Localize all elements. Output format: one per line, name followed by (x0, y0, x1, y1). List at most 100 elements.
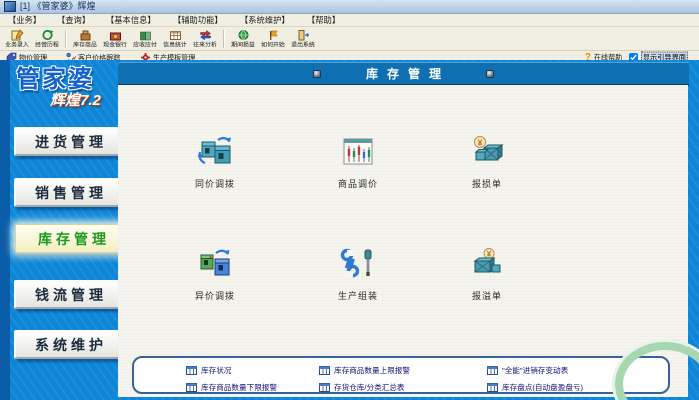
toolbar-how-to-start-button[interactable]: 如何开始 (258, 28, 288, 50)
nav-item-label: 异价调拨 (170, 289, 260, 302)
sidebar-item-system[interactable]: 系统维护 (14, 330, 124, 359)
window-title: [1] 《管家婆》辉煌 (20, 2, 96, 11)
menu-query[interactable]: 【查询】 (57, 16, 90, 24)
toolbar-button-label: 如何开始 (261, 42, 285, 48)
sidebar: 管家婆 辉煌7.2 进货管理 销售管理 库存管理 钱流管理 系统维护 (10, 60, 128, 400)
toolbar-cash-bank-button[interactable]: 现金银行 (100, 28, 130, 50)
main-toolbar: 业务录入 经营历程 库存商品 现金银行 应收应付 信息统计 往来分析 (0, 27, 699, 51)
main-frame: 管家婆 辉煌7.2 进货管理 销售管理 库存管理 钱流管理 系统维护 库存管理 (0, 60, 699, 400)
toolbar-business-entry-button[interactable]: 业务录入 (2, 28, 32, 50)
toolbar-button-label: 期间损益 (231, 42, 255, 48)
sidebar-item-cashflow[interactable]: 钱流管理 (14, 280, 124, 309)
link-stock-status[interactable]: 库存状况 (186, 364, 319, 376)
toolbar-separator (223, 30, 225, 48)
quick-link-label: 库存状况 (201, 365, 231, 375)
title-bar: [1] 《管家婆》辉煌 (0, 0, 699, 14)
nav-same-price-transfer[interactable]: 同价调拨 (170, 135, 260, 190)
brand-logo-main: 管家婆 (16, 68, 128, 93)
overflow-report-icon (468, 247, 506, 281)
ledger-book-icon (139, 29, 152, 41)
sidebar-item-label: 进货管理 (31, 132, 107, 152)
sidebar-item-label: 系统维护 (31, 335, 107, 355)
app-window: [1] 《管家婆》辉煌 【业务】 【查询】 【基本信息】 【辅助功能】 【系统维… (0, 0, 699, 400)
toolbar-button-label: 信息统计 (163, 42, 187, 48)
quick-link-label: 库存商品数量下限报警 (201, 382, 277, 392)
header-bullet-icon (486, 70, 494, 78)
toolbar-button-label: 经营历程 (35, 42, 59, 48)
nav-diff-price-transfer[interactable]: 异价调拨 (170, 247, 260, 302)
exit-door-icon (297, 29, 310, 41)
quick-links-panel: 库存状况 库存商品数量上限报警 "全能"进销存变动表 库存商品数量下限报警 存货… (132, 356, 670, 394)
sidebar-item-inventory[interactable]: 库存管理 (15, 224, 129, 253)
nav-item-label: 生产组装 (313, 289, 403, 302)
link-upper-limit-alarm[interactable]: 库存商品数量上限报警 (319, 364, 487, 376)
app-icon (4, 1, 16, 12)
menu-aux-functions[interactable]: 【辅助功能】 (173, 16, 223, 24)
page-title: 库存管理 (357, 65, 450, 82)
content-area: 同价调拨 商品调价 (118, 85, 688, 397)
analysis-arrows-icon (199, 29, 212, 41)
table-icon (186, 383, 197, 392)
table-icon (487, 383, 498, 392)
toolbar-button-label: 往来分析 (193, 42, 217, 48)
link-lower-limit-alarm[interactable]: 库存商品数量下限报警 (186, 381, 319, 393)
menu-business[interactable]: 【业务】 (8, 16, 41, 24)
assembly-tools-icon (339, 247, 377, 281)
nav-goods-reprice[interactable]: 商品调价 (313, 135, 403, 190)
brand-logo: 管家婆 辉煌7.2 (10, 60, 128, 110)
nav-overflow-report[interactable]: 报溢单 (442, 247, 532, 302)
table-icon (186, 366, 197, 375)
header-bullet-icon (313, 70, 321, 78)
nav-item-label: 同价调拨 (170, 177, 260, 190)
same-price-transfer-icon (196, 135, 234, 169)
nav-item-label: 报损单 (442, 177, 532, 190)
toolbar-stock-goods-button[interactable]: 库存商品 (70, 28, 100, 50)
history-cycle-icon (41, 29, 54, 41)
goods-reprice-chart-icon (339, 135, 377, 169)
toolbar-button-label: 库存商品 (73, 42, 97, 48)
sidebar-item-sales[interactable]: 销售管理 (14, 178, 124, 207)
start-flag-icon (267, 29, 280, 41)
nav-item-label: 商品调价 (313, 177, 403, 190)
menu-basic-info[interactable]: 【基本信息】 (106, 16, 156, 24)
toolbar-button-label: 退出系统 (291, 42, 315, 48)
brand-logo-version: 辉煌7.2 (50, 93, 128, 110)
menu-help[interactable]: 【帮助】 (307, 16, 340, 24)
left-edge-stripe (0, 60, 10, 400)
sidebar-item-label: 钱流管理 (31, 285, 107, 305)
nav-production-assembly[interactable]: 生产组装 (313, 247, 403, 302)
sidebar-item-label: 库存管理 (34, 229, 110, 249)
table-icon (487, 366, 498, 375)
section-header-band: 库存管理 (118, 62, 689, 86)
cash-bank-icon (109, 29, 122, 41)
stock-goods-icon (79, 29, 92, 41)
menu-system-maintenance[interactable]: 【系统维护】 (240, 16, 290, 24)
profit-globe-icon (237, 29, 250, 41)
toolbar-profit-loss-button[interactable]: 期间损益 (228, 28, 258, 50)
statistics-table-icon (169, 29, 182, 41)
toolbar-button-label: 应收应付 (133, 42, 157, 48)
quick-link-label: "全能"进销存变动表 (502, 365, 568, 375)
nav-loss-report[interactable]: 报损单 (442, 135, 532, 190)
quick-link-label: 库存盘点(自动盘盈盘亏) (502, 382, 583, 392)
toolbar-exit-button[interactable]: 退出系统 (288, 28, 318, 50)
diff-price-transfer-icon (196, 247, 234, 281)
table-icon (319, 383, 330, 392)
sidebar-item-label: 销售管理 (31, 183, 107, 203)
toolbar-analysis-button[interactable]: 往来分析 (190, 28, 220, 50)
toolbar-button-label: 现金银行 (103, 42, 127, 48)
toolbar-separator (65, 30, 67, 48)
menu-bar: 【业务】 【查询】 【基本信息】 【辅助功能】 【系统维护】 【帮助】 (0, 14, 699, 27)
link-warehouse-summary[interactable]: 存货仓库/分类汇总表 (319, 381, 487, 393)
toolbar-statistics-button[interactable]: 信息统计 (160, 28, 190, 50)
quick-link-label: 库存商品数量上限报警 (334, 365, 410, 375)
entry-pad-icon (11, 29, 24, 41)
sidebar-item-purchase[interactable]: 进货管理 (14, 127, 124, 156)
quick-link-label: 存货仓库/分类汇总表 (334, 382, 405, 392)
toolbar-history-button[interactable]: 经营历程 (32, 28, 62, 50)
toolbar-button-label: 业务录入 (5, 42, 29, 48)
nav-item-label: 报溢单 (442, 289, 532, 302)
toolbar-receivable-payable-button[interactable]: 应收应付 (130, 28, 160, 50)
loss-report-icon (468, 135, 506, 169)
table-icon (319, 366, 330, 375)
